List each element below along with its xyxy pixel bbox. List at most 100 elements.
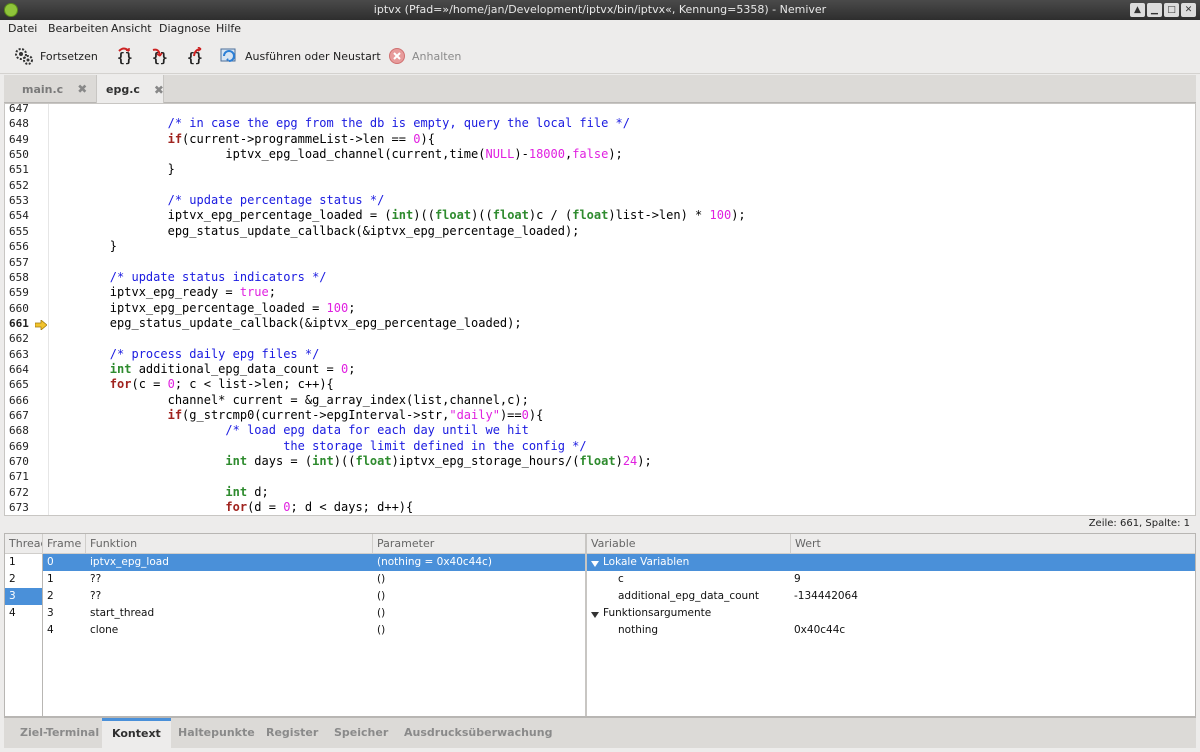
frame-frame-cell[interactable]: 1 xyxy=(47,573,54,585)
window-close-icon[interactable]: ✕ xyxy=(1181,3,1196,17)
window-keep-above-icon[interactable]: ▲ xyxy=(1130,3,1145,17)
code-line[interactable]: int d; xyxy=(52,485,268,499)
step-out-button[interactable]: {} xyxy=(186,38,202,74)
tab-haltepunkte[interactable]: Haltepunkte xyxy=(168,718,265,748)
line-number[interactable]: 647 xyxy=(9,104,29,115)
frame-column-header[interactable]: Frame xyxy=(43,534,86,554)
variable-value[interactable]: 9 xyxy=(794,573,801,585)
frame-params-cell[interactable]: (nothing = 0x40c44c) xyxy=(377,556,492,568)
variable-name[interactable]: nothing xyxy=(618,624,658,636)
line-number[interactable]: 652 xyxy=(9,179,29,192)
variable-value[interactable]: 0x40c44c xyxy=(794,624,845,636)
line-number[interactable]: 666 xyxy=(9,394,29,407)
tab-kontext[interactable]: Kontext xyxy=(102,718,171,748)
frame-function-cell[interactable]: ?? xyxy=(90,590,101,602)
frame-function-cell[interactable]: start_thread xyxy=(90,607,154,619)
run-restart-button[interactable]: Ausführen oder Neustart xyxy=(219,38,381,74)
frame-params-cell[interactable]: () xyxy=(377,590,385,602)
menu-datei[interactable]: Datei xyxy=(8,22,37,35)
code-line[interactable]: iptvx_epg_load_channel(current,time(NULL… xyxy=(52,147,622,161)
line-number[interactable]: 660 xyxy=(9,302,29,315)
code-line[interactable]: /* process daily epg files */ xyxy=(52,347,320,361)
window-minimize-icon[interactable]: ▁ xyxy=(1147,3,1162,17)
menu-diagnose[interactable]: Diagnose xyxy=(159,22,210,35)
line-number[interactable]: 655 xyxy=(9,225,29,238)
tab-epg-c[interactable]: epg.c ✖ xyxy=(96,75,164,104)
code-line[interactable]: if(g_strcmp0(current->epgInterval->str,"… xyxy=(52,408,544,422)
code-line[interactable]: iptvx_epg_ready = true; xyxy=(52,285,276,299)
variable-column-header[interactable]: Variable xyxy=(587,534,791,554)
code-line[interactable]: } xyxy=(52,239,117,253)
thread-row[interactable]: 1 xyxy=(9,556,16,568)
tab-ausdrucksueberwachung[interactable]: Ausdrucksüberwachung xyxy=(394,718,562,748)
line-number[interactable]: 670 xyxy=(9,455,29,468)
tab-register[interactable]: Register xyxy=(256,718,328,748)
line-number[interactable]: 649 xyxy=(9,133,29,146)
source-editor[interactable]: 647 648 649 650 651 652 653 654 655 656 657 658 659 6… xyxy=(4,103,1196,516)
line-number[interactable]: 650 xyxy=(9,148,29,161)
line-number[interactable]: 665 xyxy=(9,378,29,391)
code-line[interactable]: /* update percentage status */ xyxy=(52,193,385,207)
line-number[interactable]: 673 xyxy=(9,501,29,514)
line-number[interactable]: 658 xyxy=(9,271,29,284)
code-line[interactable]: the storage limit defined in the config … xyxy=(52,439,586,453)
menu-bearbeiten[interactable]: Bearbeiten xyxy=(48,22,108,35)
tab-main-c[interactable]: main.c ✖ xyxy=(4,75,96,103)
line-number[interactable]: 661 xyxy=(9,317,29,330)
frame-function-cell[interactable]: clone xyxy=(90,624,118,636)
frame-params-cell[interactable]: () xyxy=(377,607,385,619)
variable-value[interactable]: -134442064 xyxy=(794,590,858,602)
code-line[interactable]: iptvx_epg_percentage_loaded = 100; xyxy=(52,301,356,315)
frame-function-cell[interactable]: iptvx_epg_load xyxy=(90,556,169,568)
frame-frame-cell[interactable]: 3 xyxy=(47,607,54,619)
local-variables-label[interactable]: Lokale Variablen xyxy=(603,556,689,568)
code-line[interactable]: } xyxy=(52,162,175,176)
frame-frame-cell[interactable]: 4 xyxy=(47,624,54,636)
code-line[interactable]: iptvx_epg_percentage_loaded = (int)((flo… xyxy=(52,208,746,222)
continue-button[interactable]: Fortsetzen xyxy=(14,38,98,74)
close-icon[interactable]: ✖ xyxy=(154,83,164,97)
menu-ansicht[interactable]: Ansicht xyxy=(111,22,152,35)
line-number[interactable]: 671 xyxy=(9,470,29,483)
expander-icon[interactable] xyxy=(591,561,599,567)
code-line[interactable]: channel* current = &g_array_index(list,c… xyxy=(52,393,529,407)
line-number[interactable]: 648 xyxy=(9,117,29,130)
line-number-gutter[interactable]: 647 648 649 650 651 652 653 654 655 656 657 658 659 6… xyxy=(5,104,49,515)
line-number[interactable]: 656 xyxy=(9,240,29,253)
threads-header[interactable]: Thread xyxy=(5,534,43,554)
line-number[interactable]: 663 xyxy=(9,348,29,361)
tab-ziel-terminal[interactable]: Ziel-Terminal xyxy=(10,718,109,748)
line-number[interactable]: 672 xyxy=(9,486,29,499)
line-number[interactable]: 669 xyxy=(9,440,29,453)
frame-frame-cell[interactable]: 0 xyxy=(47,556,54,568)
frame-function-cell[interactable]: ?? xyxy=(90,573,101,585)
tab-speicher[interactable]: Speicher xyxy=(324,718,398,748)
step-into-button[interactable]: {} xyxy=(151,38,167,74)
code-line[interactable]: /* in case the epg from the db is empty,… xyxy=(52,116,630,130)
code-line[interactable]: for(c = 0; c < list->len; c++){ xyxy=(52,377,334,391)
code-line[interactable]: int days = (int)((float)iptvx_epg_storag… xyxy=(52,454,651,468)
thread-row[interactable]: 3 xyxy=(9,590,16,602)
frame-frame-cell[interactable]: 2 xyxy=(47,590,54,602)
value-column-header[interactable]: Wert xyxy=(791,534,1195,554)
expander-icon[interactable] xyxy=(591,612,599,618)
variable-name[interactable]: additional_epg_data_count xyxy=(618,590,759,602)
step-over-button[interactable]: {} xyxy=(116,38,132,74)
line-number[interactable]: 664 xyxy=(9,363,29,376)
frame-params-cell[interactable]: () xyxy=(377,624,385,636)
code-line[interactable]: if(current->programmeList->len == 0){ xyxy=(52,132,435,146)
code-line[interactable]: int additional_epg_data_count = 0; xyxy=(52,362,356,376)
line-number[interactable]: 651 xyxy=(9,163,29,176)
menu-hilfe[interactable]: Hilfe xyxy=(216,22,241,35)
frame-params-cell[interactable]: () xyxy=(377,573,385,585)
function-column-header[interactable]: Funktion xyxy=(86,534,373,554)
line-number[interactable]: 659 xyxy=(9,286,29,299)
code-line[interactable]: /* load epg data for each day until we h… xyxy=(52,423,528,437)
parameter-column-header[interactable]: Parameter xyxy=(373,534,586,554)
close-icon[interactable]: ✖ xyxy=(77,82,87,96)
code-line[interactable]: epg_status_update_callback(&iptvx_epg_pe… xyxy=(52,316,522,330)
variable-name[interactable]: c xyxy=(618,573,624,585)
window-maximize-icon[interactable]: □ xyxy=(1164,3,1179,17)
line-number[interactable]: 667 xyxy=(9,409,29,422)
code-line[interactable]: epg_status_update_callback(&iptvx_epg_pe… xyxy=(52,224,580,238)
